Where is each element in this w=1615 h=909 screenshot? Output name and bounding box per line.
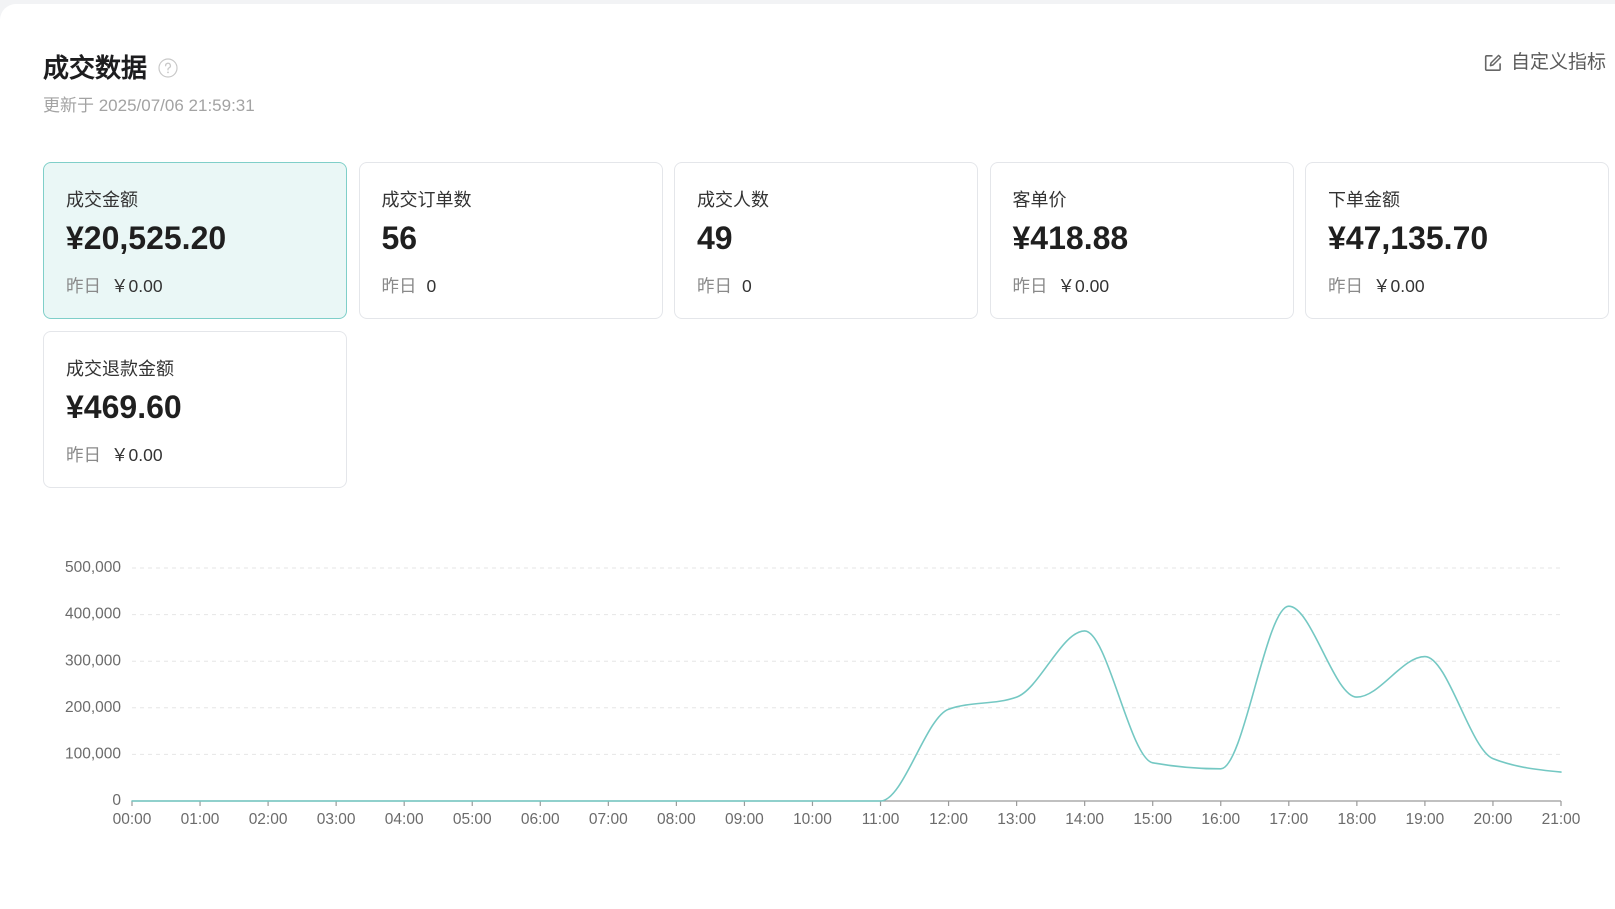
x-tick-label: 03:00 — [317, 811, 356, 828]
yesterday-label: 昨日 — [697, 276, 732, 296]
x-tick-label: 04:00 — [385, 811, 424, 828]
yesterday-value: 0 — [742, 276, 752, 296]
metric-label: 下单金额 — [1328, 190, 1400, 210]
data-point — [606, 799, 611, 804]
x-tick-label: 05:00 — [453, 811, 492, 828]
metric-card-deal-amount[interactable]: 成交金额 ¥20,525.20 昨日 ￥0.00 — [43, 162, 347, 319]
metric-label: 成交退款金额 — [66, 359, 174, 379]
x-tick-label: 17:00 — [1269, 811, 1308, 828]
question-circle-icon[interactable] — [158, 58, 178, 78]
data-point — [1286, 604, 1291, 609]
yesterday-label: 昨日 — [381, 276, 417, 296]
yesterday-value: ￥0.00 — [1373, 276, 1425, 296]
data-point — [1490, 756, 1495, 761]
x-tick-label: 21:00 — [1542, 811, 1581, 828]
data-point — [538, 799, 543, 804]
x-tick-label: 18:00 — [1337, 811, 1376, 828]
yesterday-label: 昨日 — [66, 445, 101, 465]
x-tick-label: 10:00 — [793, 811, 832, 828]
x-tick-label: 15:00 — [1133, 811, 1172, 828]
x-tick-label: 16:00 — [1201, 811, 1240, 828]
metric-card-avg-order-value[interactable]: 客单价 ¥418.88 昨日 ￥0.00 — [989, 162, 1294, 319]
metric-yesterday: 昨日 0 — [382, 275, 437, 297]
x-tick-label: 13:00 — [997, 811, 1036, 828]
metric-yesterday: 昨日 ￥0.00 — [66, 444, 163, 466]
yesterday-value: ￥0.00 — [1057, 276, 1110, 296]
customize-metrics-label: 自定义指标 — [1511, 52, 1607, 73]
metric-yesterday: 昨日 ￥0.00 — [66, 275, 163, 297]
customize-metrics-button[interactable]: 自定义指标 — [1483, 51, 1606, 75]
data-point — [1422, 654, 1427, 659]
metric-card-order-amount[interactable]: 下单金额 ¥47,135.70 昨日 ￥0.00 — [1305, 162, 1609, 319]
metric-card-order-count[interactable]: 成交订单数 56 昨日 0 — [358, 162, 663, 319]
y-tick-label: 100,000 — [65, 745, 121, 762]
y-tick-label: 0 — [112, 792, 121, 809]
metric-label: 成交人数 — [697, 190, 769, 210]
data-point — [266, 799, 271, 804]
data-point — [810, 799, 815, 804]
metric-card-buyer-count[interactable]: 成交人数 49 昨日 0 — [674, 162, 978, 319]
yesterday-label: 昨日 — [66, 276, 101, 296]
data-point — [878, 799, 883, 804]
metric-value: ¥20,525.20 — [66, 220, 227, 256]
data-point — [1014, 695, 1019, 700]
metric-cards: 成交金额 ¥20,525.20 昨日 ￥0.00 成交订单数 56 昨日 0 成… — [43, 162, 1609, 488]
yesterday-value: ￥0.00 — [111, 276, 163, 296]
x-tick-label: 08:00 — [657, 811, 696, 828]
yesterday-label: 昨日 — [1012, 276, 1048, 296]
series-line — [131, 605, 1562, 802]
x-tick-label: 12:00 — [929, 811, 968, 828]
metric-yesterday: 昨日 ￥0.00 — [1013, 275, 1110, 297]
metric-value: ¥47,135.70 — [1328, 220, 1489, 256]
metric-value: 56 — [381, 220, 418, 256]
x-tick-label: 19:00 — [1406, 811, 1445, 828]
metric-value: 49 — [697, 220, 733, 256]
yesterday-value: ￥0.00 — [111, 445, 163, 465]
metric-yesterday: 昨日 ￥0.00 — [1328, 275, 1425, 297]
data-point — [1150, 760, 1155, 765]
data-point — [1354, 695, 1359, 700]
y-tick-label: 300,000 — [65, 652, 121, 669]
page-title: 成交数据 — [43, 53, 148, 83]
data-point — [1559, 770, 1564, 775]
data-point — [402, 799, 407, 804]
x-tick-label: 06:00 — [521, 811, 560, 828]
x-tick-label: 09:00 — [725, 811, 764, 828]
metric-yesterday: 昨日 0 — [697, 275, 752, 297]
metric-value: ¥418.88 — [1012, 220, 1129, 256]
x-tick-label: 01:00 — [181, 811, 220, 828]
y-tick-label: 200,000 — [65, 699, 121, 716]
data-point — [470, 799, 475, 804]
yesterday-value: 0 — [426, 276, 437, 296]
metric-label: 成交订单数 — [381, 190, 472, 210]
data-point — [946, 707, 951, 712]
trend-chart: 0 100,000 200,000 300,000 400,000 500,000 00:0… — [0, 530, 1615, 860]
data-point — [130, 799, 135, 804]
x-tick-label: 20:00 — [1474, 811, 1513, 828]
x-tick-label: 02:00 — [249, 811, 288, 828]
x-tick-label: 00:00 — [113, 811, 152, 828]
y-tick-label: 400,000 — [65, 606, 121, 623]
data-point — [1218, 766, 1223, 771]
data-point — [742, 799, 747, 804]
x-tick-label: 07:00 — [589, 811, 628, 828]
metric-value: ¥469.60 — [66, 389, 182, 425]
trend-chart-svg: 0 100,000 200,000 300,000 400,000 500,000 00:0… — [65, 559, 1581, 828]
data-point — [198, 799, 203, 804]
metric-label: 客单价 — [1012, 190, 1067, 210]
y-tick-label: 500,000 — [65, 559, 121, 576]
yesterday-label: 昨日 — [1328, 276, 1363, 296]
edit-icon — [1484, 54, 1502, 71]
metric-card-refund-amount[interactable]: 成交退款金额 ¥469.60 昨日 ￥0.00 — [43, 331, 347, 488]
x-tick-label: 11:00 — [862, 811, 900, 828]
update-timestamp: 更新于 2025/07/06 21:59:31 — [43, 96, 255, 115]
data-point — [1082, 628, 1087, 633]
metric-label: 成交金额 — [66, 190, 138, 210]
x-tick-label: 14:00 — [1065, 811, 1104, 828]
data-point — [334, 799, 339, 804]
data-point — [674, 799, 679, 804]
